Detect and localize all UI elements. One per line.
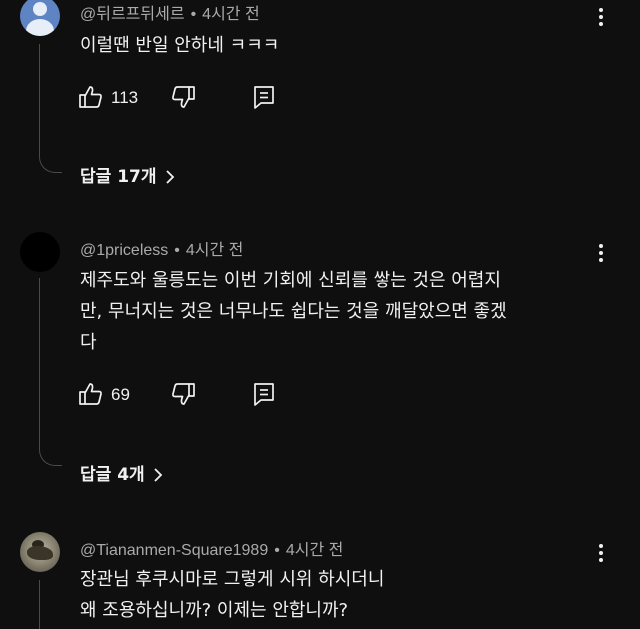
more-vertical-icon — [599, 544, 603, 548]
view-replies-button[interactable]: 답글 4개 — [80, 460, 163, 485]
comment-text: 이럴땐 반일 안하네 ㅋㅋㅋ — [80, 30, 580, 61]
chevron-right-icon — [165, 170, 174, 184]
meta-separator: • — [190, 6, 197, 23]
thread-connector — [39, 150, 62, 173]
dislike-button[interactable] — [170, 84, 196, 114]
comment-author[interactable]: @1priceless — [80, 242, 168, 259]
thread-line — [39, 278, 40, 445]
comment-line: 장관님 후쿠시마로 그렇게 시위 하시더니 — [80, 569, 385, 590]
comment-text: 제주도와 울릉도는 이번 기회에 신뢰를 쌓는 것은 어렵지 만, 무너지는 것… — [80, 265, 580, 358]
more-vertical-icon-dot — [599, 551, 603, 555]
reply-icon — [254, 383, 274, 406]
like-count: 113 — [111, 88, 139, 107]
thumbs-down-icon — [172, 86, 195, 108]
replies-label: 답글 4개 — [80, 465, 145, 485]
comment-meta: @뒤르프뒤세르 • 4시간 전 — [80, 0, 260, 24]
more-vertical-icon — [599, 244, 603, 248]
comment-line: 제주도와 울릉도는 이번 기회에 신뢰를 쌓는 것은 어렵지 — [80, 270, 501, 291]
comment-time: 4시간 전 — [202, 6, 260, 23]
thread-line — [39, 44, 40, 152]
thumbs-up-icon — [79, 383, 102, 405]
avatar[interactable] — [20, 532, 60, 572]
comment-meta: @Tiananmen-Square1989 • 4시간 전 — [80, 536, 343, 560]
comment-author[interactable]: @Tiananmen-Square1989 — [80, 542, 268, 559]
chevron-right-icon — [154, 468, 162, 482]
comment-meta: @1priceless • 4시간 전 — [80, 236, 243, 260]
avatar[interactable] — [20, 0, 60, 36]
reply-button[interactable] — [252, 84, 276, 114]
avatar-photo-detail — [27, 546, 53, 560]
comment-line: 만, 무너지는 것은 너무나도 쉽다는 것을 깨달았으면 좋겠 — [80, 301, 507, 322]
comment-time: 4시간 전 — [285, 542, 344, 559]
view-replies-button[interactable]: 답글 17개 — [80, 162, 175, 187]
more-vertical-icon-dot — [599, 558, 603, 562]
avatar-head — [33, 2, 47, 16]
avatar[interactable] — [20, 232, 60, 272]
thread-connector — [39, 443, 62, 466]
more-options-button[interactable] — [596, 244, 606, 266]
like-button[interactable]: 69 — [78, 381, 130, 411]
replies-label: 답글 17개 — [80, 167, 157, 187]
like-count: 69 — [111, 385, 130, 404]
more-options-button[interactable] — [596, 8, 606, 30]
thumbs-up-icon — [79, 86, 102, 108]
more-vertical-icon-dot — [599, 251, 603, 255]
like-button[interactable]: 113 — [78, 84, 138, 114]
reply-button[interactable] — [252, 381, 276, 411]
comment-time: 4시간 전 — [185, 242, 244, 259]
comment-author[interactable]: @뒤르프뒤세르 — [80, 6, 185, 23]
reply-icon — [254, 86, 274, 109]
thumbs-down-icon — [172, 383, 195, 405]
more-options-button[interactable] — [596, 544, 606, 566]
more-vertical-icon-dot — [599, 15, 603, 19]
comment-line: 왜 조용하십니까? 이제는 안합니까? — [80, 600, 349, 621]
comment-text: 장관님 후쿠시마로 그렇게 시위 하시더니 왜 조용하십니까? 이제는 안합니까… — [80, 564, 580, 626]
more-vertical-icon-dot — [599, 258, 603, 262]
meta-separator: • — [174, 242, 180, 259]
meta-separator: • — [274, 542, 280, 559]
comment-line: 다 — [80, 332, 97, 353]
thread-line — [39, 580, 40, 629]
more-vertical-icon — [599, 8, 603, 12]
comment-line: 이럴땐 반일 안하네 ㅋㅋㅋ — [80, 35, 280, 56]
avatar-shoulders — [26, 19, 54, 36]
more-vertical-icon-dot — [599, 22, 603, 26]
dislike-button[interactable] — [170, 381, 196, 411]
